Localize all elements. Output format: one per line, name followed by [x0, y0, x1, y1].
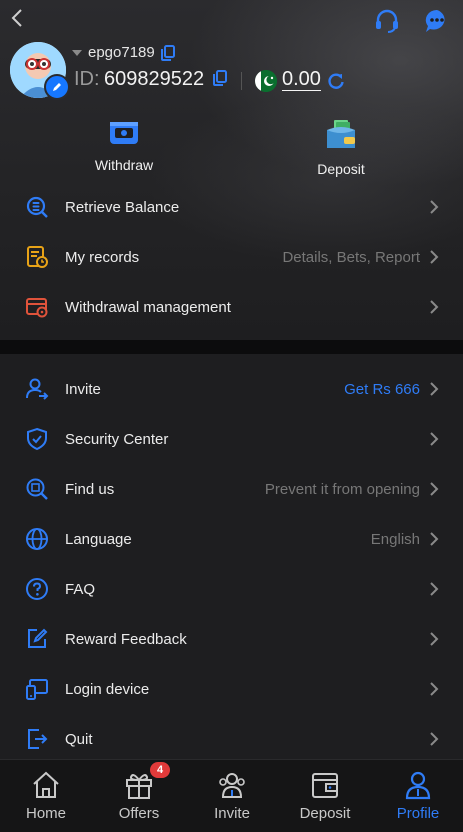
- offers-count-badge: 4: [150, 762, 170, 778]
- menu-item-label: Login device: [65, 680, 150, 698]
- records-icon: [27, 246, 48, 268]
- tab-home[interactable]: Home: [0, 760, 92, 832]
- withdraw-label: Withdraw: [94, 157, 154, 173]
- account-menu: Retrieve Balance My records Details, Bet…: [0, 182, 463, 332]
- refresh-icon[interactable]: [327, 72, 345, 90]
- deposit-label: Deposit: [317, 161, 365, 177]
- menu-item-login-device[interactable]: Login device: [0, 664, 463, 714]
- pencil-icon: [53, 83, 61, 91]
- tab-label: Offers: [118, 805, 160, 822]
- withdraw-icon: [110, 122, 138, 144]
- feedback-edit-icon: [28, 628, 48, 648]
- chevron-right-icon: [430, 200, 439, 214]
- menu-item-label: Reward Feedback: [65, 630, 187, 648]
- chevron-right-icon: [430, 632, 439, 646]
- tab-profile[interactable]: Profile: [372, 760, 463, 832]
- tab-invite[interactable]: Invite: [186, 760, 278, 832]
- find-us-icon: [26, 478, 48, 500]
- menu-item-reward-feedback[interactable]: Reward Feedback: [0, 614, 463, 664]
- menu-item-label: Find us: [65, 480, 115, 498]
- deposit-button[interactable]: Deposit: [281, 118, 401, 177]
- tab-label: Profile: [396, 805, 440, 822]
- invite-reward-text: Get Rs 666: [344, 380, 420, 398]
- edit-avatar-button[interactable]: [44, 74, 70, 100]
- menu-item-label: Invite: [65, 380, 101, 398]
- chevron-right-icon: [430, 432, 439, 446]
- selected-language: English: [370, 530, 420, 548]
- gift-icon: [126, 774, 152, 799]
- caret-down-icon: [72, 50, 82, 56]
- menu-item-language[interactable]: Language English: [0, 514, 463, 564]
- menu-item-security-center[interactable]: Security Center: [0, 414, 463, 464]
- menu-item-retrieve-balance[interactable]: Retrieve Balance: [0, 182, 463, 232]
- chevron-right-icon: [430, 682, 439, 696]
- balance-amount: 0.00: [282, 68, 321, 91]
- tab-label: Deposit: [299, 805, 351, 822]
- withdrawal-management-icon: [26, 298, 48, 318]
- profile-icon: [405, 771, 431, 800]
- home-icon: [33, 771, 59, 798]
- chevron-right-icon: [430, 582, 439, 596]
- tab-label: Invite: [214, 805, 250, 822]
- username: epgo7189: [88, 44, 155, 61]
- logout-icon: [28, 729, 48, 749]
- retrieve-balance-icon: [26, 196, 48, 218]
- tab-offers[interactable]: 4 Offers: [93, 760, 185, 832]
- copy-username-icon[interactable]: [161, 45, 175, 61]
- bottom-tab-bar: Home 4 Offers Invite Deposit Profile: [0, 759, 463, 832]
- chevron-right-icon: [430, 732, 439, 746]
- chevron-left-icon[interactable]: [8, 6, 28, 30]
- menu-item-label: Retrieve Balance: [65, 198, 180, 216]
- menu-item-label: Quit: [65, 730, 93, 748]
- headset-icon[interactable]: [374, 8, 400, 34]
- chevron-right-icon: [430, 382, 439, 396]
- menu-item-quit[interactable]: Quit: [0, 714, 463, 764]
- tab-deposit[interactable]: Deposit: [279, 760, 371, 832]
- menu-item-label: Language: [65, 530, 132, 548]
- section-divider: [0, 340, 463, 354]
- menu-item-label: My records: [65, 248, 140, 266]
- menu-item-hint: Details, Bets, Report: [282, 248, 420, 266]
- profile-header: epgo7189 ID: 609829522 0.00 Withdraw Dep…: [0, 0, 463, 340]
- tab-label: Home: [25, 805, 66, 822]
- chevron-right-icon: [430, 300, 439, 314]
- chevron-right-icon: [430, 482, 439, 496]
- id-label: ID:: [74, 68, 100, 90]
- chevron-right-icon: [430, 250, 439, 264]
- globe-icon: [26, 528, 48, 550]
- menu-item-hint: Prevent it from opening: [264, 480, 420, 498]
- wallet-icon: [327, 120, 355, 148]
- menu-item-label: Security Center: [65, 430, 169, 448]
- menu-item-withdrawal-management[interactable]: Withdrawal management: [0, 282, 463, 332]
- menu-item-invite[interactable]: Invite Get Rs 666: [0, 364, 463, 414]
- copy-id-icon[interactable]: [213, 70, 227, 86]
- menu-item-my-records[interactable]: My records Details, Bets, Report: [0, 232, 463, 282]
- settings-menu: Invite Get Rs 666 Security Center Find u…: [0, 364, 463, 764]
- people-icon: [219, 773, 245, 798]
- chevron-right-icon: [430, 532, 439, 546]
- menu-item-label: FAQ: [65, 580, 96, 598]
- menu-item-find-us[interactable]: Find us Prevent it from opening: [0, 464, 463, 514]
- chat-bubble-icon[interactable]: [424, 8, 450, 34]
- question-icon: [26, 578, 48, 600]
- devices-icon: [26, 679, 48, 700]
- invite-icon: [26, 378, 49, 400]
- wallet-icon: [312, 773, 338, 798]
- withdraw-button[interactable]: Withdraw: [64, 118, 184, 173]
- user-id: 609829522: [104, 68, 205, 90]
- header-separator: [241, 72, 242, 90]
- menu-item-label: Withdrawal management: [65, 298, 231, 316]
- pakistan-flag-icon: [255, 70, 277, 92]
- menu-item-faq[interactable]: FAQ: [0, 564, 463, 614]
- shield-icon: [27, 427, 47, 451]
